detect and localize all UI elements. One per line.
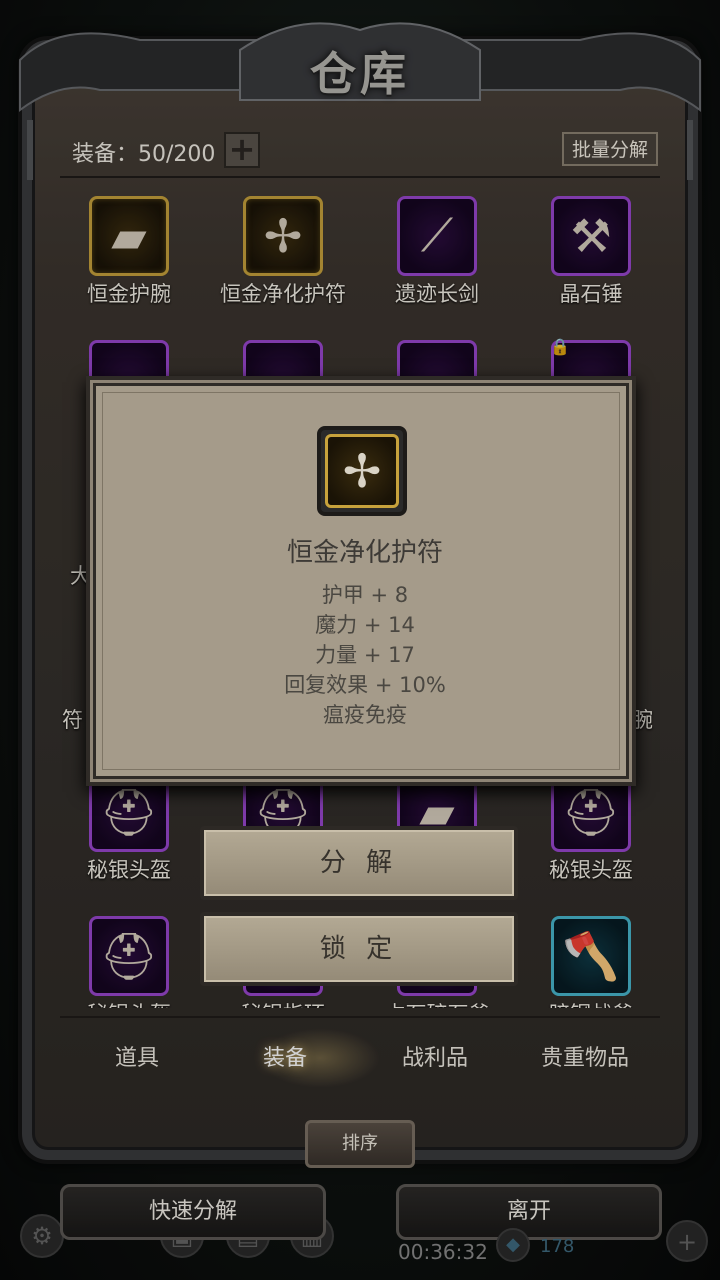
stat-line: 护甲 + 8 [321,583,409,607]
amulet-icon: ✢ [317,426,407,516]
item-detail-popup: ✢ 恒金净化护符 护甲 + 8 魔力 + 14 力量 + 17 回复效果 + 1… [86,376,636,786]
lock-button[interactable]: 锁 定 [200,912,518,986]
stat-line: 力量 + 17 [315,643,415,667]
item-stats: 护甲 + 8 魔力 + 14 力量 + 17 回复效果 + 10% 瘟疫免疫 [90,580,640,730]
stat-line: 回复效果 + 10% [284,673,446,697]
stat-line: 瘟疫免疫 [323,703,407,727]
stat-line: 魔力 + 14 [315,613,415,637]
item-name: 恒金净化护符 [286,538,443,568]
decompose-button[interactable]: 分 解 [200,826,518,900]
